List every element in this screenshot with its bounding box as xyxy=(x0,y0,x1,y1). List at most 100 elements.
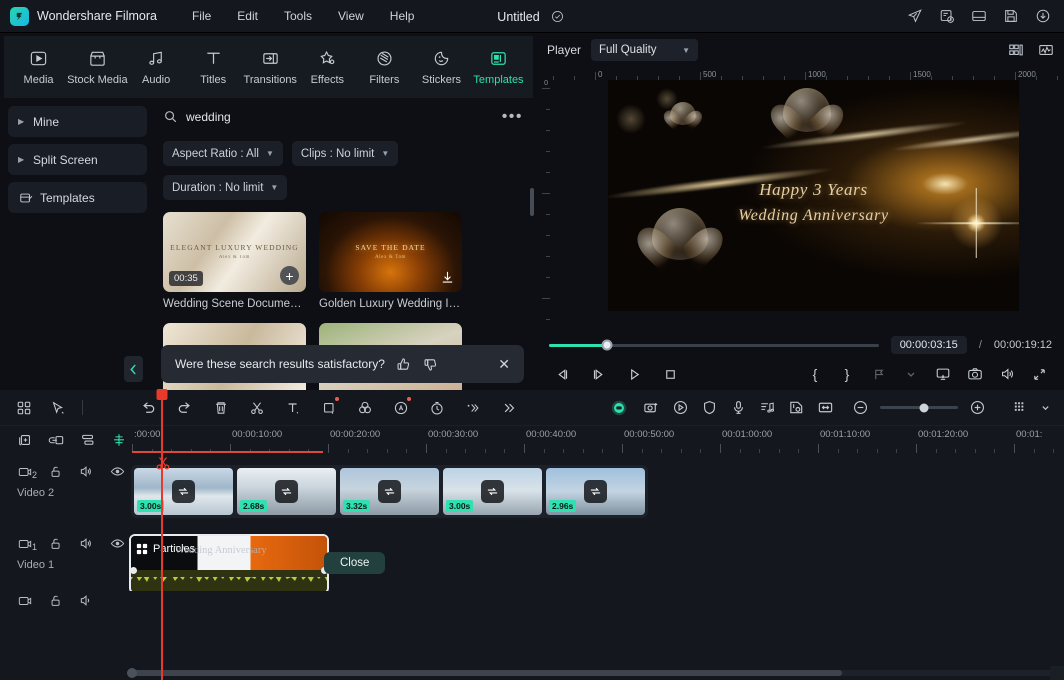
lock-open-icon[interactable] xyxy=(48,464,63,479)
audio-mixer-icon[interactable] xyxy=(758,398,777,417)
download-icon[interactable] xyxy=(437,267,457,287)
panel-scrollbar[interactable] xyxy=(530,188,534,216)
window-layout-icon[interactable] xyxy=(970,7,988,25)
add-plus-icon[interactable]: + xyxy=(280,266,299,285)
save-icon[interactable] xyxy=(1002,7,1020,25)
timeline-clip-particles[interactable]: Particles Wedding Anniversary xyxy=(129,534,329,594)
fullscreen-icon[interactable] xyxy=(1030,365,1048,383)
close-x-icon[interactable]: ✕ xyxy=(498,356,510,373)
eye-visible-icon[interactable] xyxy=(110,536,125,551)
waveform-monitor-icon[interactable] xyxy=(1037,42,1054,59)
timeline-playhead[interactable] xyxy=(161,390,163,680)
more-dots-icon[interactable]: ••• xyxy=(502,108,523,126)
screen-record-icon[interactable] xyxy=(934,365,952,383)
timeline-clip[interactable]: 3.32s xyxy=(340,468,439,515)
category-split-screen[interactable]: ▶ Split Screen xyxy=(8,144,147,175)
template-card[interactable]: SAVE THE DATE Alex & Tom Golden Luxury W… xyxy=(319,212,462,310)
fit-timeline-icon[interactable] xyxy=(816,398,835,417)
voiceover-mic-icon[interactable] xyxy=(729,398,748,417)
nav-titles[interactable]: Titles xyxy=(185,43,242,91)
nav-transitions[interactable]: Transitions xyxy=(242,43,299,91)
nav-stickers[interactable]: Stickers xyxy=(413,43,470,91)
scrollbar-grip[interactable] xyxy=(127,668,137,678)
timeline-clip[interactable]: 3.00s xyxy=(134,468,233,515)
track-body-video2[interactable]: 3.00s 2.68s 3.32s xyxy=(127,453,1064,525)
chevron-down-icon[interactable] xyxy=(902,365,920,383)
quality-selector[interactable]: Full Quality ▼ xyxy=(591,39,698,61)
mute-speaker-icon[interactable] xyxy=(79,593,94,608)
menu-edit[interactable]: Edit xyxy=(224,4,271,28)
zoom-out-icon[interactable] xyxy=(851,398,870,417)
share-icon[interactable] xyxy=(906,7,924,25)
select-cursor-icon[interactable] xyxy=(48,398,67,417)
mute-speaker-icon[interactable] xyxy=(79,536,94,551)
category-templates[interactable]: Templates xyxy=(8,182,147,213)
timeline-horizontal-scrollbar[interactable] xyxy=(127,670,1056,676)
filter-aspect-ratio[interactable]: Aspect Ratio : All ▼ xyxy=(163,141,283,166)
timeline-zoom-slider[interactable] xyxy=(880,406,958,409)
nav-templates[interactable]: Templates xyxy=(470,43,527,91)
seek-track[interactable] xyxy=(549,344,879,347)
menu-view[interactable]: View xyxy=(325,4,377,28)
mark-in-brace[interactable]: { xyxy=(806,365,824,383)
export-history-icon[interactable] xyxy=(938,7,956,25)
timeline-clip[interactable]: 3.00s xyxy=(443,468,542,515)
clip-trim-handle-left[interactable] xyxy=(130,567,137,574)
search-input[interactable]: wedding xyxy=(186,110,493,124)
track-body-partial[interactable] xyxy=(127,591,1064,613)
keyframe-icon[interactable] xyxy=(463,398,482,417)
nav-stock-media[interactable]: Stock Media xyxy=(67,43,128,91)
nav-filters[interactable]: Filters xyxy=(356,43,413,91)
scrollbar-thumb[interactable] xyxy=(127,670,842,676)
add-track-icon[interactable] xyxy=(17,430,33,449)
menu-file[interactable]: File xyxy=(179,4,224,28)
split-scissors-icon[interactable] xyxy=(247,398,266,417)
stop-icon[interactable] xyxy=(661,365,679,383)
layout-grid-icon[interactable] xyxy=(1007,42,1024,59)
import-icon[interactable] xyxy=(1034,7,1052,25)
video-track-icon[interactable]: 1 xyxy=(17,536,32,551)
timeline-clip[interactable]: 2.96s xyxy=(546,468,645,515)
snapshot-camera-icon[interactable] xyxy=(966,365,984,383)
chevron-down-small-icon[interactable] xyxy=(1040,398,1050,417)
snapshot-add-icon[interactable] xyxy=(642,398,661,417)
track-body-video1[interactable]: Particles Wedding Anniversary xyxy=(127,525,1064,591)
category-mine[interactable]: ▶ Mine xyxy=(8,106,147,137)
menu-tools[interactable]: Tools xyxy=(271,4,325,28)
delete-trash-icon[interactable] xyxy=(211,398,230,417)
prev-frame-icon[interactable] xyxy=(553,365,571,383)
filter-duration[interactable]: Duration : No limit ▼ xyxy=(163,175,287,200)
collapse-panel-button[interactable] xyxy=(124,356,143,382)
align-icon[interactable] xyxy=(80,430,96,449)
render-preview-icon[interactable] xyxy=(609,398,628,417)
template-card[interactable]: ELEGANT LUXURY WEDDING Alex & Tom 00:35 … xyxy=(163,212,306,310)
marker-icon[interactable] xyxy=(870,365,888,383)
nav-audio[interactable]: Audio xyxy=(128,43,185,91)
thumbs-up-icon[interactable] xyxy=(396,356,412,372)
playhead-handle[interactable] xyxy=(157,389,168,400)
redo-icon[interactable] xyxy=(175,398,194,417)
template-thumbnail[interactable]: ELEGANT LUXURY WEDDING Alex & Tom 00:35 … xyxy=(163,212,306,292)
grid-view-icon[interactable] xyxy=(14,398,33,417)
play-circle-icon[interactable] xyxy=(671,398,690,417)
thumbs-down-icon[interactable] xyxy=(423,356,439,372)
preview-canvas[interactable]: Happy 3 Years Wedding Anniversary xyxy=(608,80,1019,311)
volume-icon[interactable] xyxy=(998,365,1016,383)
more-chevrons-icon[interactable] xyxy=(499,398,518,417)
zoom-slider-knob[interactable] xyxy=(920,403,929,412)
snap-magnet-icon[interactable] xyxy=(111,430,127,449)
crop-tool-icon[interactable] xyxy=(319,398,338,417)
mute-speaker-icon[interactable] xyxy=(79,464,94,479)
timeline-ruler[interactable]: :00:0000:00:10:0000:00:20:0000:00:30:000… xyxy=(127,426,1064,453)
shield-icon[interactable] xyxy=(700,398,719,417)
template-thumbnail[interactable]: SAVE THE DATE Alex & Tom xyxy=(319,212,462,292)
zoom-in-icon[interactable] xyxy=(968,398,987,417)
close-tooltip-button[interactable]: Close xyxy=(324,552,385,574)
next-frame-icon[interactable] xyxy=(589,365,607,383)
ai-tool-icon[interactable] xyxy=(391,398,410,417)
filter-clips[interactable]: Clips : No limit ▼ xyxy=(292,141,398,166)
speed-timer-icon[interactable] xyxy=(427,398,446,417)
nav-effects[interactable]: Effects xyxy=(299,43,356,91)
nav-media[interactable]: Media xyxy=(10,43,67,91)
lock-open-icon[interactable] xyxy=(48,536,63,551)
